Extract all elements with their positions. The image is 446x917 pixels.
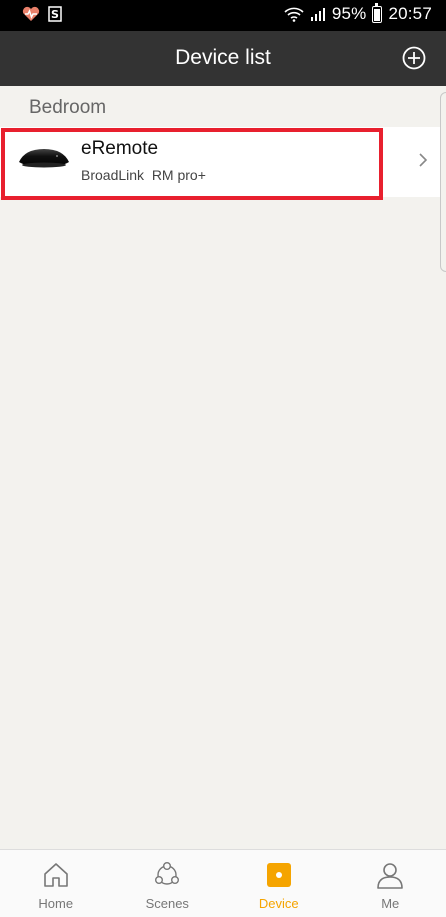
nav-label-me: Me — [381, 896, 400, 911]
device-list-screen: S 95% 20:57 Device list Bedroom eRemote … — [0, 0, 446, 917]
nav-label-scenes: Scenes — [145, 896, 189, 911]
edge-panel-handle[interactable] — [440, 92, 446, 272]
bottom-navigation: Home Scenes Device Me — [0, 849, 446, 917]
nav-item-home[interactable]: Home — [0, 850, 112, 917]
nav-label-device: Device — [258, 896, 299, 911]
status-system: 95% 20:57 — [284, 2, 432, 24]
device-name: eRemote — [81, 138, 159, 159]
app-header: Device list — [0, 31, 446, 86]
svg-text:S: S — [51, 8, 59, 21]
nav-item-scenes[interactable]: Scenes — [112, 850, 224, 917]
device-icon — [266, 863, 291, 887]
signal-icon — [310, 7, 325, 21]
rm-pro-device-image — [19, 149, 69, 168]
samsung-s-icon: S — [48, 6, 62, 22]
chevron-right-icon — [419, 153, 428, 167]
battery-percent: 95% — [331, 4, 367, 23]
page-title: Device list — [175, 46, 271, 69]
add-device-button[interactable] — [402, 46, 426, 70]
wifi-icon — [284, 7, 304, 22]
group-label-bedroom: Bedroom — [29, 97, 107, 118]
clock: 20:57 — [388, 4, 432, 23]
status-bar: S 95% 20:57 — [0, 0, 446, 31]
person-icon — [377, 863, 404, 889]
nav-item-device[interactable]: Device — [223, 850, 335, 917]
home-icon — [43, 863, 68, 887]
nav-item-me[interactable]: Me — [335, 850, 446, 917]
device-row-eremote[interactable]: eRemote BroadLink RM pro+ — [0, 127, 446, 200]
device-model: BroadLink RM pro+ — [81, 167, 206, 183]
status-notifications: S — [22, 6, 62, 22]
battery-icon — [372, 2, 383, 23]
scenes-icon — [155, 862, 180, 885]
health-heart-icon — [22, 6, 40, 21]
nav-label-home: Home — [38, 896, 74, 911]
